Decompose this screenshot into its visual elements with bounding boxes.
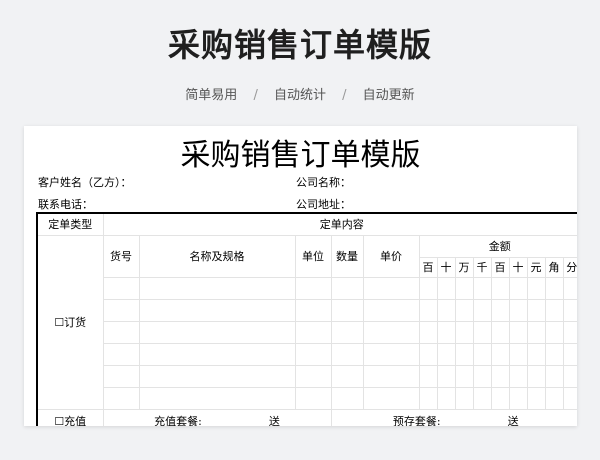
order-content-header: 定单内容 (102, 212, 577, 236)
qty-header: 数量 (330, 234, 364, 278)
digit-hundred-million: 百 (418, 256, 438, 278)
order-type-cell: ☐订货 (36, 234, 104, 410)
digit-thousand: 千 (472, 256, 492, 278)
prestore-gift-label: 送 (507, 415, 519, 426)
order-sheet-preview: 采购销售订单模版 客户姓名（乙方）： 公司名称： 联系电话： 公司地址： 定单类… (24, 126, 577, 426)
price-header: 单价 (362, 234, 420, 278)
order-table: 定单类型 定单内容 ☐订货 货号 名称及规格 单位 数量 单价 金额 百 十 万… (36, 212, 577, 426)
table-row (37, 342, 577, 366)
page-hero-title: 采购销售订单模版 (167, 26, 432, 64)
customer-name-label: 客户姓名（乙方）： (38, 176, 132, 189)
table-row (37, 320, 577, 344)
unit-header: 单位 (294, 234, 332, 278)
digit-ten-million: 十 (436, 256, 456, 278)
phone-label: 联系电话： (38, 198, 93, 211)
recharge-gift-label: 送 (268, 415, 280, 426)
digit-jiao: 角 (544, 256, 564, 278)
table-row (37, 276, 577, 300)
prestore-package-label: 预存套餐: (392, 415, 441, 426)
tag-auto-stats: 自动统计 (273, 88, 326, 103)
prestore-package-cell: 预存套餐: 送 (330, 408, 577, 426)
recharge-row: ☐充值 充值套餐: 送 预存套餐: 送 (36, 408, 577, 426)
digit-ten: 十 (508, 256, 528, 278)
digit-fen: 分 (562, 256, 577, 278)
amount-header: 金额 (418, 234, 577, 258)
name-spec-header: 名称及规格 (138, 234, 296, 278)
tag-easy: 简单易用 (185, 88, 238, 103)
table-row (37, 298, 577, 322)
order-goods-checkbox[interactable]: ☐订货 (54, 314, 86, 330)
recharge-package-label: 充值套餐: (154, 415, 202, 426)
tag-auto-update: 自动更新 (362, 88, 415, 103)
recharge-package-cell: 充值套餐: 送 (102, 408, 332, 426)
digit-hundred: 百 (490, 256, 510, 278)
recharge-type-cell: ☐充值 (36, 408, 104, 426)
feature-tagline: 简单易用 / 自动统计 / 自动更新 (0, 84, 600, 103)
digit-ten-thousand: 万 (454, 256, 474, 278)
tag-separator: / (253, 88, 258, 103)
document-title: 采购销售订单模版 (180, 138, 421, 173)
item-no-header: 货号 (102, 234, 140, 278)
company-address-label: 公司地址： (296, 198, 351, 211)
company-name-label: 公司名称： (296, 176, 351, 189)
table-row (37, 364, 577, 388)
order-type-header: 定单类型 (36, 212, 104, 236)
table-row (37, 386, 577, 410)
recharge-checkbox[interactable]: ☐充值 (54, 413, 86, 426)
tag-separator: / (342, 88, 347, 103)
digit-yuan: 元 (526, 256, 546, 278)
